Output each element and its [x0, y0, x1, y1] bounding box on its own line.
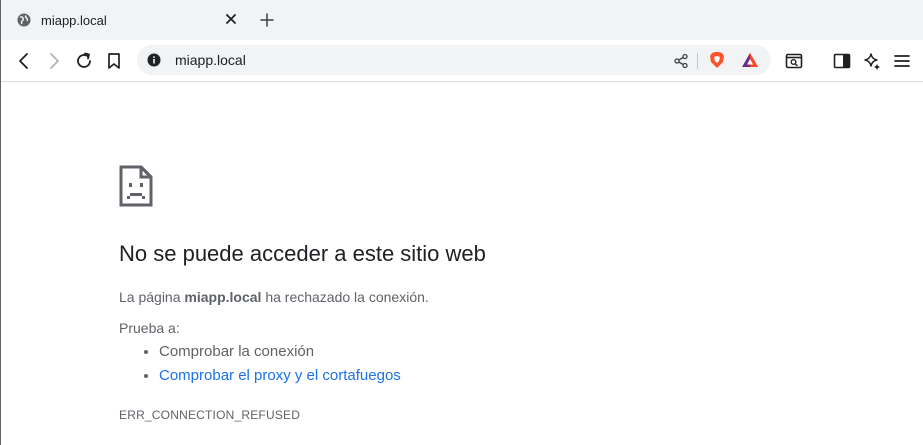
try-label: Prueba a: — [119, 320, 180, 336]
sidebar-button[interactable] — [832, 51, 852, 71]
suggestion-check-connection: Comprobar la conexión — [159, 340, 401, 364]
tab-strip: miapp.local — [1, 0, 923, 40]
forward-button[interactable] — [44, 51, 64, 71]
suggestion-check-proxy-firewall: Comprobar el proxy y el cortafuegos — [159, 364, 401, 388]
toolbar: miapp.local — [1, 40, 923, 82]
error-code: ERR_CONNECTION_REFUSED — [119, 408, 301, 422]
omnibox-separator — [697, 53, 698, 69]
plus-icon[interactable] — [260, 13, 274, 27]
tab-search-icon — [785, 53, 803, 69]
brave-shields-icon[interactable] — [708, 51, 726, 69]
forward-icon — [50, 53, 59, 69]
share-icon[interactable] — [673, 53, 689, 69]
error-message: La página miapp.local ha rechazado la co… — [119, 289, 429, 305]
close-icon[interactable] — [225, 13, 237, 25]
message-host: miapp.local — [184, 289, 262, 305]
menu-button[interactable] — [892, 51, 912, 71]
bookmark-button[interactable] — [104, 51, 124, 71]
menu-icon — [894, 55, 910, 67]
proxy-firewall-link[interactable]: Comprobar el proxy y el cortafuegos — [159, 367, 401, 384]
message-prefix: La página — [119, 289, 185, 305]
error-heading: No se puede acceder a este sitio web — [119, 241, 486, 266]
sidebar-icon — [833, 53, 851, 69]
brave-rewards-icon[interactable] — [741, 52, 759, 68]
globe-icon — [17, 13, 31, 27]
suggestion-text: Comprobar la conexión — [159, 343, 315, 360]
tab-miapp[interactable]: miapp.local — [5, 3, 245, 40]
info-icon[interactable] — [147, 53, 161, 67]
leo-ai-button[interactable] — [862, 51, 882, 71]
browser-window: miapp.local miapp.local No se puede acce… — [0, 0, 923, 445]
bookmark-icon — [108, 53, 120, 69]
message-suffix: ha rechazado la conexión. — [261, 289, 429, 305]
reload-button[interactable] — [74, 51, 94, 71]
suggestions-list: Comprobar la conexión Comprobar el proxy… — [119, 340, 401, 388]
address-bar[interactable]: miapp.local — [137, 45, 771, 75]
back-button[interactable] — [14, 51, 34, 71]
url-text[interactable]: miapp.local — [175, 52, 246, 68]
leo-ai-icon — [864, 53, 880, 70]
tab-search-button[interactable] — [784, 51, 804, 71]
back-icon — [19, 53, 28, 69]
reload-icon — [77, 52, 91, 68]
sad-page-icon — [119, 165, 153, 207]
tab-title: miapp.local — [41, 13, 107, 28]
